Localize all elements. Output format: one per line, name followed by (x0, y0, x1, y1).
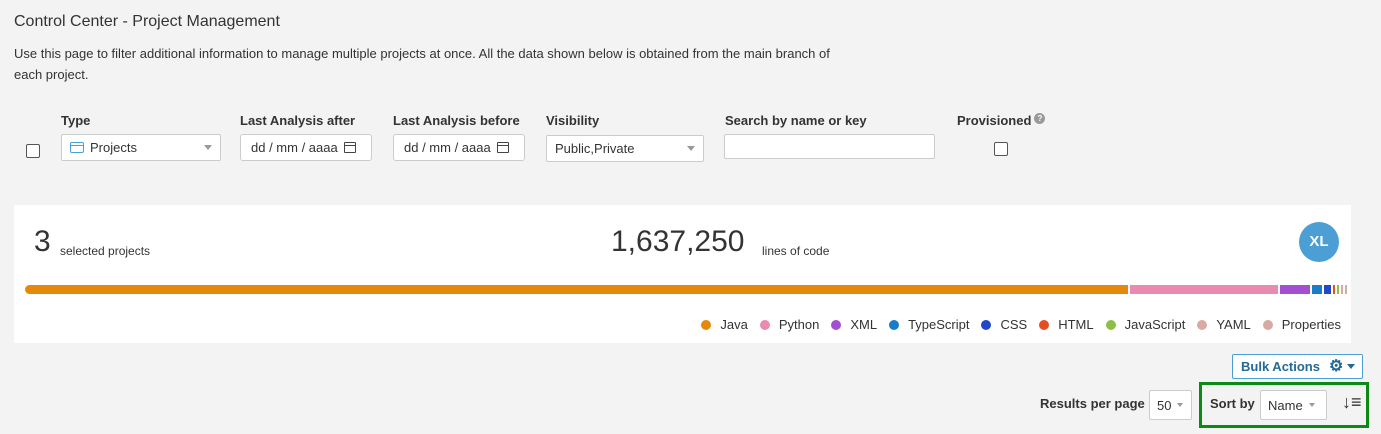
calendar-icon[interactable] (496, 142, 509, 153)
sort-by-value: Name (1268, 397, 1303, 413)
chevron-down-icon (687, 146, 695, 151)
visibility-filter: Visibility (546, 112, 599, 130)
type-select-value: Projects (90, 140, 137, 155)
analysis-after-placeholder: dd / mm / aaaa (251, 140, 338, 155)
language-segment-css (1324, 285, 1331, 294)
page-description: Use this page to filter additional infor… (14, 46, 830, 82)
legend-item-xml: XML (831, 317, 877, 332)
legend-label: YAML (1216, 317, 1251, 332)
analysis-before-date-input[interactable]: dd / mm / aaaa (393, 134, 525, 161)
bulk-actions-button[interactable]: Bulk Actions ⚙ (1232, 354, 1363, 379)
sort-by-label: Sort by (1210, 396, 1255, 411)
search-label: Search by name or key (725, 113, 867, 128)
results-per-page-label: Results per page (1040, 396, 1145, 411)
language-distribution-bar (25, 285, 1351, 294)
language-segment-python (1130, 285, 1278, 294)
legend-dot-icon (1262, 319, 1273, 330)
legend-item-css: CSS (981, 317, 1027, 332)
type-select[interactable]: Projects (61, 134, 221, 161)
legend-dot-icon (1105, 319, 1116, 330)
language-segment-yaml (1341, 285, 1343, 294)
legend-label: Python (778, 317, 820, 332)
select-all-checkbox[interactable] (26, 144, 40, 158)
legend-item-java: Java (701, 317, 748, 332)
language-segment-properties (1345, 285, 1347, 294)
help-icon[interactable]: ? (1034, 113, 1046, 124)
language-segment-html (1333, 285, 1335, 294)
language-segment-javascript (1337, 285, 1339, 294)
language-segment-typescript (1312, 285, 1322, 294)
avatar[interactable]: XL (1299, 222, 1339, 262)
filters-bar: Type Projects Last Analysis after dd / m… (0, 112, 1381, 172)
results-per-page-value: 50 (1157, 397, 1172, 413)
legend-dot-icon (1039, 319, 1050, 330)
provisioned-label-row: Provisioned? (957, 112, 1046, 130)
visibility-select-value: Public,Private (555, 141, 635, 156)
legend-label: Properties (1281, 317, 1341, 332)
legend-item-typescript: TypeScript (889, 317, 969, 332)
chevron-down-icon (1308, 403, 1315, 407)
legend-item-python: Python (759, 317, 820, 332)
legend-item-yaml: YAML (1197, 317, 1251, 332)
search-filter: Search by name or key (725, 112, 867, 130)
page-title: Control Center - Project Management (14, 13, 280, 30)
selection-summary: 3 selected projects 1,637,250 lines of c… (14, 205, 1351, 343)
legend-item-javascript: JavaScript (1105, 317, 1186, 332)
legend-dot-icon (701, 319, 712, 330)
chevron-down-icon (204, 145, 212, 150)
analysis-before-filter: Last Analysis before (393, 112, 520, 130)
analysis-after-filter: Last Analysis after (240, 112, 355, 130)
lines-count: 1,637,250 (611, 225, 745, 258)
results-per-page-select[interactable]: 50 (1149, 390, 1192, 420)
gear-icon: ⚙ (1328, 357, 1344, 375)
analysis-before-placeholder: dd / mm / aaaa (404, 140, 491, 155)
legend-dot-icon (1197, 319, 1208, 330)
legend-item-html: HTML (1039, 317, 1094, 332)
type-filter-label: Type (61, 113, 91, 128)
language-legend: Java Python XML TypeScript CSS HTML JavaScript… (689, 317, 1341, 332)
sort-controls: Sort by Name ↓≡ (1199, 382, 1369, 428)
lines-label: lines of code (762, 244, 830, 258)
legend-dot-icon (831, 319, 842, 330)
visibility-select[interactable]: Public,Private (546, 135, 704, 162)
provisioned-label: Provisioned (957, 113, 1032, 128)
legend-label: Java (720, 317, 748, 332)
calendar-icon[interactable] (343, 142, 356, 153)
provisioned-filter: Provisioned? (957, 112, 1046, 130)
sort-by-select[interactable]: Name (1260, 390, 1327, 420)
legend-item-properties: Properties (1262, 317, 1341, 332)
sort-ascending-icon[interactable]: ↓≡ (1342, 393, 1362, 411)
project-icon (70, 142, 84, 153)
chevron-down-icon (1347, 364, 1356, 369)
language-segment-java (25, 285, 1128, 294)
analysis-before-label: Last Analysis before (393, 113, 520, 128)
visibility-label: Visibility (546, 113, 600, 128)
legend-label: TypeScript (908, 317, 970, 332)
analysis-after-date-input[interactable]: dd / mm / aaaa (240, 134, 372, 161)
legend-label: HTML (1058, 317, 1094, 332)
legend-dot-icon (981, 319, 992, 330)
language-segment-xml (1280, 285, 1310, 294)
legend-dot-icon (889, 319, 900, 330)
chevron-down-icon (1177, 403, 1184, 407)
search-input[interactable] (724, 134, 935, 159)
bulk-actions-label: Bulk Actions (1241, 359, 1320, 374)
legend-label: XML (850, 317, 878, 332)
analysis-after-label: Last Analysis after (240, 113, 356, 128)
type-filter: Type (61, 112, 90, 130)
legend-label: JavaScript (1124, 317, 1186, 332)
provisioned-checkbox[interactable] (994, 142, 1008, 156)
legend-dot-icon (759, 319, 770, 330)
selected-label: selected projects (60, 244, 151, 258)
legend-label: CSS (1000, 317, 1028, 332)
selected-count: 3 (34, 225, 51, 258)
